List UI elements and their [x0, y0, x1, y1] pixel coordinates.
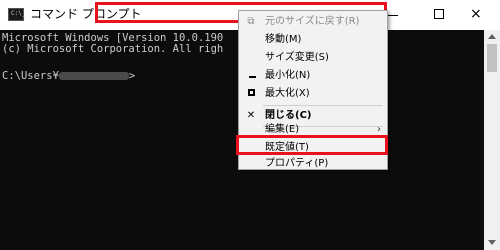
redacted-username: [58, 72, 129, 80]
prompt-suffix: >: [128, 70, 136, 82]
cmd-app-icon[interactable]: C:\_: [8, 8, 26, 21]
minimize-icon: [249, 76, 256, 78]
menu-item-move[interactable]: 移動(M): [239, 31, 387, 49]
menu-item-minimize[interactable]: 最小化(N): [239, 67, 387, 85]
menu-item-size[interactable]: サイズ変更(S): [239, 49, 387, 67]
close-button[interactable]: ×: [454, 0, 500, 30]
minimize-icon: [388, 15, 398, 16]
menu-separator: [263, 105, 383, 106]
menu-item-label: 最大化(X): [265, 88, 310, 99]
menu-item-restore[interactable]: ⧉ 元のサイズに戻す(R): [239, 13, 387, 31]
vertical-scrollbar[interactable]: [484, 30, 500, 250]
scroll-thumb[interactable]: [487, 44, 497, 72]
scroll-down-arrow-icon[interactable]: [488, 240, 496, 245]
menu-item-label: 最小化(N): [265, 70, 311, 81]
console-prompt-line: C:\Users¥ >: [2, 69, 135, 83]
maximize-icon: [434, 9, 444, 19]
restore-icon: ⧉: [247, 16, 255, 27]
scroll-up-arrow-icon[interactable]: [488, 34, 496, 39]
defaults-item-highlight: [236, 135, 388, 155]
console-prompt-path: C:\Users¥: [2, 70, 59, 82]
close-icon: ×: [470, 6, 482, 22]
menu-item-label: プロパティ(P): [265, 158, 329, 169]
console-line: (c) Microsoft Corporation. All righ: [2, 43, 224, 55]
menu-item-label: 元のサイズに戻す(R): [265, 16, 360, 27]
menu-item-properties[interactable]: プロパティ(P): [239, 155, 387, 173]
menu-item-label: サイズ変更(S): [265, 52, 329, 63]
app-icon-text: C:\_: [11, 10, 26, 17]
menu-item-label: 移動(M): [265, 34, 302, 45]
maximize-icon: [248, 89, 255, 96]
menu-item-maximize[interactable]: 最大化(X): [239, 85, 387, 103]
